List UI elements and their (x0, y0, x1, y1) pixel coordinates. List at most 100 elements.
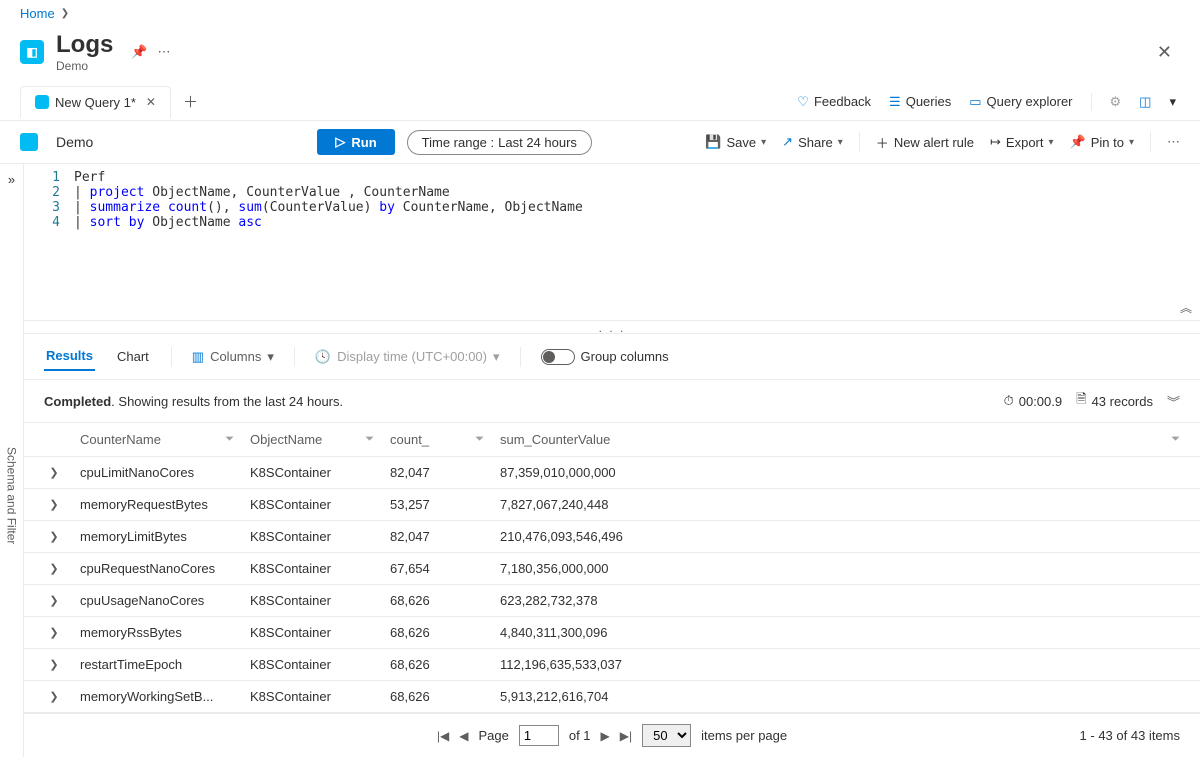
new-alert-label: New alert rule (894, 135, 974, 150)
page-number-input[interactable] (519, 725, 559, 746)
elapsed-time: ⏱ 00:00.9 (1004, 393, 1063, 409)
scope-icon (20, 133, 38, 151)
splitter-handle[interactable]: . . . (24, 320, 1200, 334)
expand-row-icon[interactable]: ❯ (49, 626, 58, 639)
cell-count: 53,257 (382, 497, 492, 512)
chevron-down-icon[interactable]: ▾ (1169, 94, 1176, 110)
editor-line-3: | summarize count(), sum(CounterValue) b… (74, 200, 583, 215)
display-time-button[interactable]: 🕓 Display time (UTC+00:00) ▾ (315, 349, 500, 365)
cell-sum: 4,840,311,300,096 (492, 625, 1188, 640)
expand-row-icon[interactable]: ❯ (49, 594, 58, 607)
expand-row-icon[interactable]: ❯ (49, 530, 58, 543)
separator (294, 347, 295, 367)
filter-icon[interactable]: ⏷ (365, 433, 374, 446)
time-range-picker[interactable]: Time range : Last 24 hours (407, 130, 592, 155)
status-completed: Completed (44, 394, 111, 409)
status-bar: Completed. Showing results from the last… (24, 380, 1200, 423)
table-row[interactable]: ❯cpuRequestNanoCoresK8SContainer67,6547,… (24, 553, 1200, 585)
tab-close-icon[interactable]: ✕ (146, 95, 156, 109)
cell-objectname: K8SContainer (242, 593, 382, 608)
group-columns-toggle[interactable]: Group columns (541, 349, 669, 365)
tab-chart[interactable]: Chart (115, 343, 151, 370)
page-label: Page (478, 728, 508, 743)
expand-row-icon[interactable]: ❯ (49, 562, 58, 575)
table-row[interactable]: ❯cpuUsageNanoCoresK8SContainer68,626623,… (24, 585, 1200, 617)
tab-results[interactable]: Results (44, 342, 95, 371)
add-tab-button[interactable]: ＋ (171, 83, 210, 120)
heart-icon: ♡ (797, 94, 809, 110)
page-size-select[interactable]: 50 (642, 724, 691, 747)
scope-label[interactable]: Demo (56, 134, 93, 150)
filter-icon[interactable]: ⏷ (475, 433, 484, 446)
last-page-icon[interactable]: ▶| (620, 729, 632, 743)
side-panel-label[interactable]: Schema and Filter (5, 447, 19, 544)
cell-sum: 7,180,356,000,000 (492, 561, 1188, 576)
cell-sum: 210,476,093,546,496 (492, 529, 1188, 544)
col-header-count[interactable]: count_⏷ (382, 432, 492, 447)
plus-icon: ＋ (876, 133, 889, 152)
run-button[interactable]: ▷ Run (317, 129, 394, 155)
play-icon: ▷ (335, 134, 345, 150)
settings-icon[interactable]: ⚙ (1110, 94, 1122, 110)
first-page-icon[interactable]: |◀ (437, 729, 449, 743)
toggle-switch[interactable] (541, 349, 575, 365)
expand-row-icon[interactable]: ❯ (49, 498, 58, 511)
scroll-top-icon[interactable]: ︽ (1180, 299, 1192, 316)
pin-to-button[interactable]: 📌 Pin to ▾ (1070, 134, 1134, 150)
filter-icon[interactable]: ⏷ (1171, 433, 1180, 446)
table-row[interactable]: ❯memoryRssBytesK8SContainer68,6264,840,3… (24, 617, 1200, 649)
col-header-sum[interactable]: sum_CounterValue⏷ (492, 432, 1188, 447)
pin-to-label: Pin to (1091, 135, 1124, 150)
tab-new-query-1[interactable]: New Query 1* ✕ (20, 86, 171, 118)
editor-line-2: | project ObjectName, CounterValue , Cou… (74, 185, 450, 200)
share-button[interactable]: ↗ Share ▾ (782, 134, 843, 150)
expand-panel-icon[interactable]: » (8, 172, 15, 187)
more-icon[interactable]: ⋯ (158, 44, 171, 60)
table-row[interactable]: ❯restartTimeEpochK8SContainer68,626112,1… (24, 649, 1200, 681)
page-title: Logs (56, 31, 113, 58)
columns-icon: ▥ (192, 349, 204, 365)
filter-icon[interactable]: ⏷ (225, 433, 234, 446)
export-button[interactable]: ↦ Export ▾ (990, 134, 1054, 150)
cell-countername: memoryLimitBytes (72, 529, 242, 544)
cell-countername: memoryWorkingSetB... (72, 689, 242, 704)
query-explorer-button[interactable]: ▭ Query explorer (969, 94, 1072, 110)
feedback-button[interactable]: ♡ Feedback (797, 94, 871, 110)
separator (1091, 93, 1092, 111)
expand-row-icon[interactable]: ❯ (49, 690, 58, 703)
expand-row-icon[interactable]: ❯ (49, 658, 58, 671)
close-icon[interactable]: ✕ (1149, 42, 1180, 63)
display-time-label: Display time (UTC+00:00) (337, 349, 487, 364)
collapse-icon[interactable]: ︾ (1167, 392, 1180, 411)
cell-objectname: K8SContainer (242, 625, 382, 640)
queries-button[interactable]: ☰ Queries (889, 94, 951, 110)
query-toolbar: Demo ▷ Run Time range : Last 24 hours 💾 … (0, 121, 1200, 164)
chevron-right-icon: ❯ (61, 8, 69, 19)
table-row[interactable]: ❯memoryLimitBytesK8SContainer82,047210,4… (24, 521, 1200, 553)
next-page-icon[interactable]: ▶ (601, 729, 610, 743)
expand-row-icon[interactable]: ❯ (49, 466, 58, 479)
pin-icon[interactable]: 📌 (131, 44, 147, 60)
cell-countername: memoryRssBytes (72, 625, 242, 640)
table-row[interactable]: ❯cpuLimitNanoCoresK8SContainer82,04787,3… (24, 457, 1200, 489)
table-row[interactable]: ❯memoryRequestBytesK8SContainer53,2577,8… (24, 489, 1200, 521)
table-row[interactable]: ❯memoryWorkingSetB...K8SContainer68,6265… (24, 681, 1200, 713)
breadcrumb-home[interactable]: Home (20, 6, 55, 21)
prev-page-icon[interactable]: ◀ (459, 729, 468, 743)
chevron-down-icon: ▾ (761, 137, 766, 148)
cell-count: 68,626 (382, 689, 492, 704)
queries-icon: ☰ (889, 94, 901, 110)
new-alert-button[interactable]: ＋ New alert rule (876, 133, 974, 152)
cell-count: 68,626 (382, 593, 492, 608)
col-header-countername[interactable]: CounterName⏷ (72, 432, 242, 447)
columns-button[interactable]: ▥ Columns ▾ (192, 349, 274, 365)
query-editor[interactable]: 1Perf 2| project ObjectName, CounterValu… (24, 164, 1200, 320)
save-button[interactable]: 💾 Save ▾ (705, 134, 766, 150)
col-header-objectname[interactable]: ObjectName⏷ (242, 432, 382, 447)
panel-icon[interactable]: ◫ (1139, 94, 1151, 110)
logs-logo-icon: ◧ (20, 40, 44, 64)
chevron-down-icon: ▾ (838, 137, 843, 148)
cell-sum: 112,196,635,533,037 (492, 657, 1188, 672)
more-icon[interactable]: ⋯ (1167, 134, 1180, 150)
query-tabs: New Query 1* ✕ ＋ ♡ Feedback ☰ Queries ▭ … (0, 83, 1200, 121)
